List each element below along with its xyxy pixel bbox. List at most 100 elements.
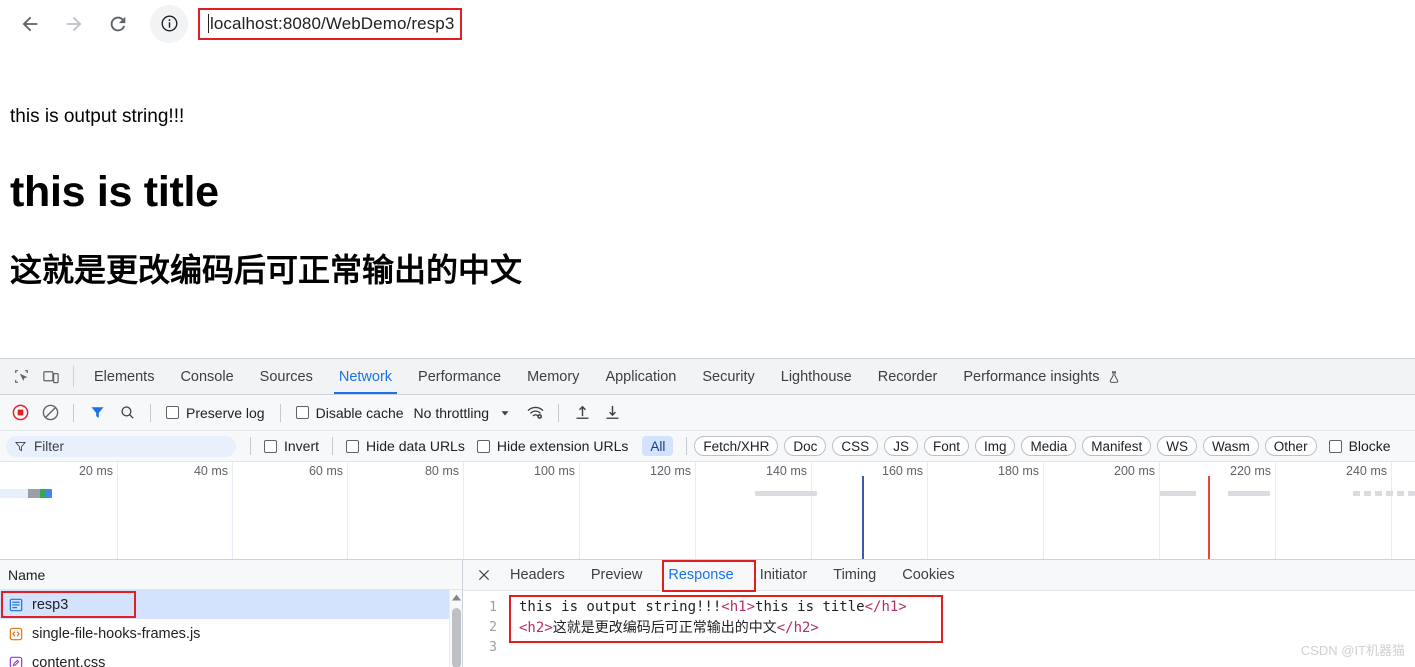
tab-label: Network bbox=[338, 368, 393, 385]
request-row-content-css[interactable]: content.css bbox=[0, 648, 462, 667]
upload-arrow-icon bbox=[576, 405, 588, 419]
device-toolbar-button[interactable] bbox=[36, 359, 66, 394]
request-list-header[interactable]: Name bbox=[0, 560, 462, 590]
tab-label: Preview bbox=[590, 567, 643, 583]
type-filter-manifest[interactable]: Manifest bbox=[1082, 436, 1152, 456]
scroll-up-arrow-icon[interactable] bbox=[452, 593, 461, 602]
tab-recorder[interactable]: Recorder bbox=[865, 359, 951, 394]
tab-performance-insights[interactable]: Performance insights bbox=[950, 359, 1133, 394]
detail-tab-preview[interactable]: Preview bbox=[578, 560, 656, 591]
filter-input[interactable]: Filter bbox=[6, 435, 236, 457]
tab-network[interactable]: Network bbox=[326, 359, 405, 394]
throttling-select[interactable]: No throttling bbox=[412, 405, 489, 421]
request-row-resp3[interactable]: resp3 bbox=[0, 590, 462, 619]
overview-activity-band bbox=[1228, 491, 1270, 496]
blocked-cookies-checkbox[interactable]: Blocke bbox=[1323, 438, 1397, 454]
overview-tick-label: 180 ms bbox=[998, 464, 1039, 478]
tab-label: Sources bbox=[259, 368, 313, 385]
overview-tick-label: 100 ms bbox=[534, 464, 575, 478]
type-filter-fetch-xhr[interactable]: Fetch/XHR bbox=[694, 436, 779, 456]
browser-toolbar: localhost:8080/WebDemo/resp3 bbox=[0, 0, 1415, 47]
pill-label: CSS bbox=[841, 438, 870, 454]
checkbox-box bbox=[166, 406, 179, 419]
preserve-log-checkbox[interactable]: Preserve log bbox=[160, 405, 271, 421]
import-har-button[interactable] bbox=[568, 399, 596, 427]
blocked-label: Blocke bbox=[1348, 438, 1391, 454]
address-bar[interactable]: localhost:8080/WebDemo/resp3 bbox=[198, 7, 463, 40]
page-paragraph: this is output string!!! bbox=[10, 106, 185, 127]
line-number: 2 bbox=[489, 619, 497, 635]
close-detail-button[interactable] bbox=[471, 560, 497, 591]
devtools-panel: Elements Console Sources Network Perform… bbox=[0, 358, 1415, 667]
request-list-scrollbar[interactable] bbox=[449, 590, 462, 667]
network-overview-timeline[interactable]: 20 ms 40 ms 60 ms 80 ms 100 ms 120 ms 14… bbox=[0, 462, 1415, 560]
type-filter-css[interactable]: CSS bbox=[832, 436, 879, 456]
tab-performance[interactable]: Performance bbox=[405, 359, 514, 394]
request-row-single-file-hooks-frames[interactable]: single-file-hooks-frames.js bbox=[0, 619, 462, 648]
pill-label: Img bbox=[983, 438, 1007, 454]
toolbar-divider bbox=[558, 403, 560, 422]
filter-placeholder: Filter bbox=[34, 438, 64, 454]
clear-button[interactable] bbox=[36, 399, 64, 427]
record-button[interactable] bbox=[6, 399, 34, 427]
tab-lighthouse[interactable]: Lighthouse bbox=[768, 359, 865, 394]
type-filter-js[interactable]: JS bbox=[884, 436, 918, 456]
inspect-element-button[interactable] bbox=[6, 359, 36, 394]
hide-data-urls-checkbox[interactable]: Hide data URLs bbox=[340, 438, 471, 454]
invert-label: Invert bbox=[284, 438, 320, 454]
tab-label: Application bbox=[605, 368, 677, 385]
type-filter-media[interactable]: Media bbox=[1021, 436, 1077, 456]
back-button[interactable] bbox=[10, 4, 50, 44]
filter-funnel-icon bbox=[14, 441, 27, 451]
reload-button[interactable] bbox=[98, 4, 138, 44]
invert-checkbox[interactable]: Invert bbox=[258, 438, 325, 454]
detail-tab-cookies[interactable]: Cookies bbox=[889, 560, 967, 591]
detail-tab-timing[interactable]: Timing bbox=[820, 560, 889, 591]
detail-tab-initiator[interactable]: Initiator bbox=[747, 560, 821, 591]
dom-content-loaded-marker bbox=[862, 476, 864, 559]
line-number: 3 bbox=[489, 639, 497, 655]
detail-tab-headers[interactable]: Headers bbox=[497, 560, 578, 591]
tab-application[interactable]: Application bbox=[592, 359, 689, 394]
type-filter-img[interactable]: Img bbox=[974, 436, 1016, 456]
tab-sources[interactable]: Sources bbox=[247, 359, 326, 394]
response-body-view[interactable]: 1 this is output string!!!<h1>this is ti… bbox=[463, 591, 1415, 667]
search-button[interactable] bbox=[113, 399, 141, 427]
column-header-name: Name bbox=[8, 566, 46, 583]
tab-memory[interactable]: Memory bbox=[514, 359, 592, 394]
throttling-dropdown-button[interactable] bbox=[491, 399, 519, 427]
scrollbar-thumb[interactable] bbox=[452, 608, 461, 667]
site-information-button[interactable] bbox=[150, 4, 188, 43]
tab-label: Elements bbox=[94, 368, 155, 385]
detail-tab-response[interactable]: Response bbox=[655, 560, 746, 591]
network-bottom-split: Name resp3 single-file-hooks-frames.js c… bbox=[0, 560, 1415, 667]
type-filter-ws[interactable]: WS bbox=[1157, 436, 1198, 456]
type-filter-all[interactable]: All bbox=[642, 436, 674, 456]
tab-label: Recorder bbox=[877, 368, 938, 385]
forward-button[interactable] bbox=[54, 4, 94, 44]
tab-elements[interactable]: Elements bbox=[81, 359, 167, 394]
hide-extension-urls-checkbox[interactable]: Hide extension URLs bbox=[471, 438, 635, 454]
network-conditions-button[interactable] bbox=[521, 399, 549, 427]
page-heading-1: this is title bbox=[10, 167, 219, 216]
type-filter-doc[interactable]: Doc bbox=[784, 436, 827, 456]
export-har-button[interactable] bbox=[598, 399, 626, 427]
code-line: 2 <h2>这就是更改编码后可正常输出的中文</h2> bbox=[463, 617, 1415, 637]
overview-tick-label: 40 ms bbox=[193, 464, 228, 478]
code-line: 3 bbox=[463, 637, 1415, 657]
toolbar-divider bbox=[73, 366, 74, 387]
search-icon bbox=[120, 406, 134, 419]
flask-icon bbox=[1107, 370, 1121, 384]
tab-console[interactable]: Console bbox=[167, 359, 246, 394]
pill-label: All bbox=[650, 438, 666, 454]
filter-toggle-button[interactable] bbox=[83, 399, 111, 427]
tab-security[interactable]: Security bbox=[689, 359, 767, 394]
request-name: resp3 bbox=[32, 596, 69, 613]
disable-cache-checkbox[interactable]: Disable cache bbox=[290, 405, 410, 421]
code-line-text: this is output string!!!<h1>this is titl… bbox=[519, 599, 907, 615]
pill-label: JS bbox=[893, 438, 909, 454]
type-filter-wasm[interactable]: Wasm bbox=[1203, 436, 1259, 456]
type-filter-other[interactable]: Other bbox=[1264, 436, 1317, 456]
type-filter-font[interactable]: Font bbox=[923, 436, 969, 456]
text-caret bbox=[208, 14, 209, 33]
